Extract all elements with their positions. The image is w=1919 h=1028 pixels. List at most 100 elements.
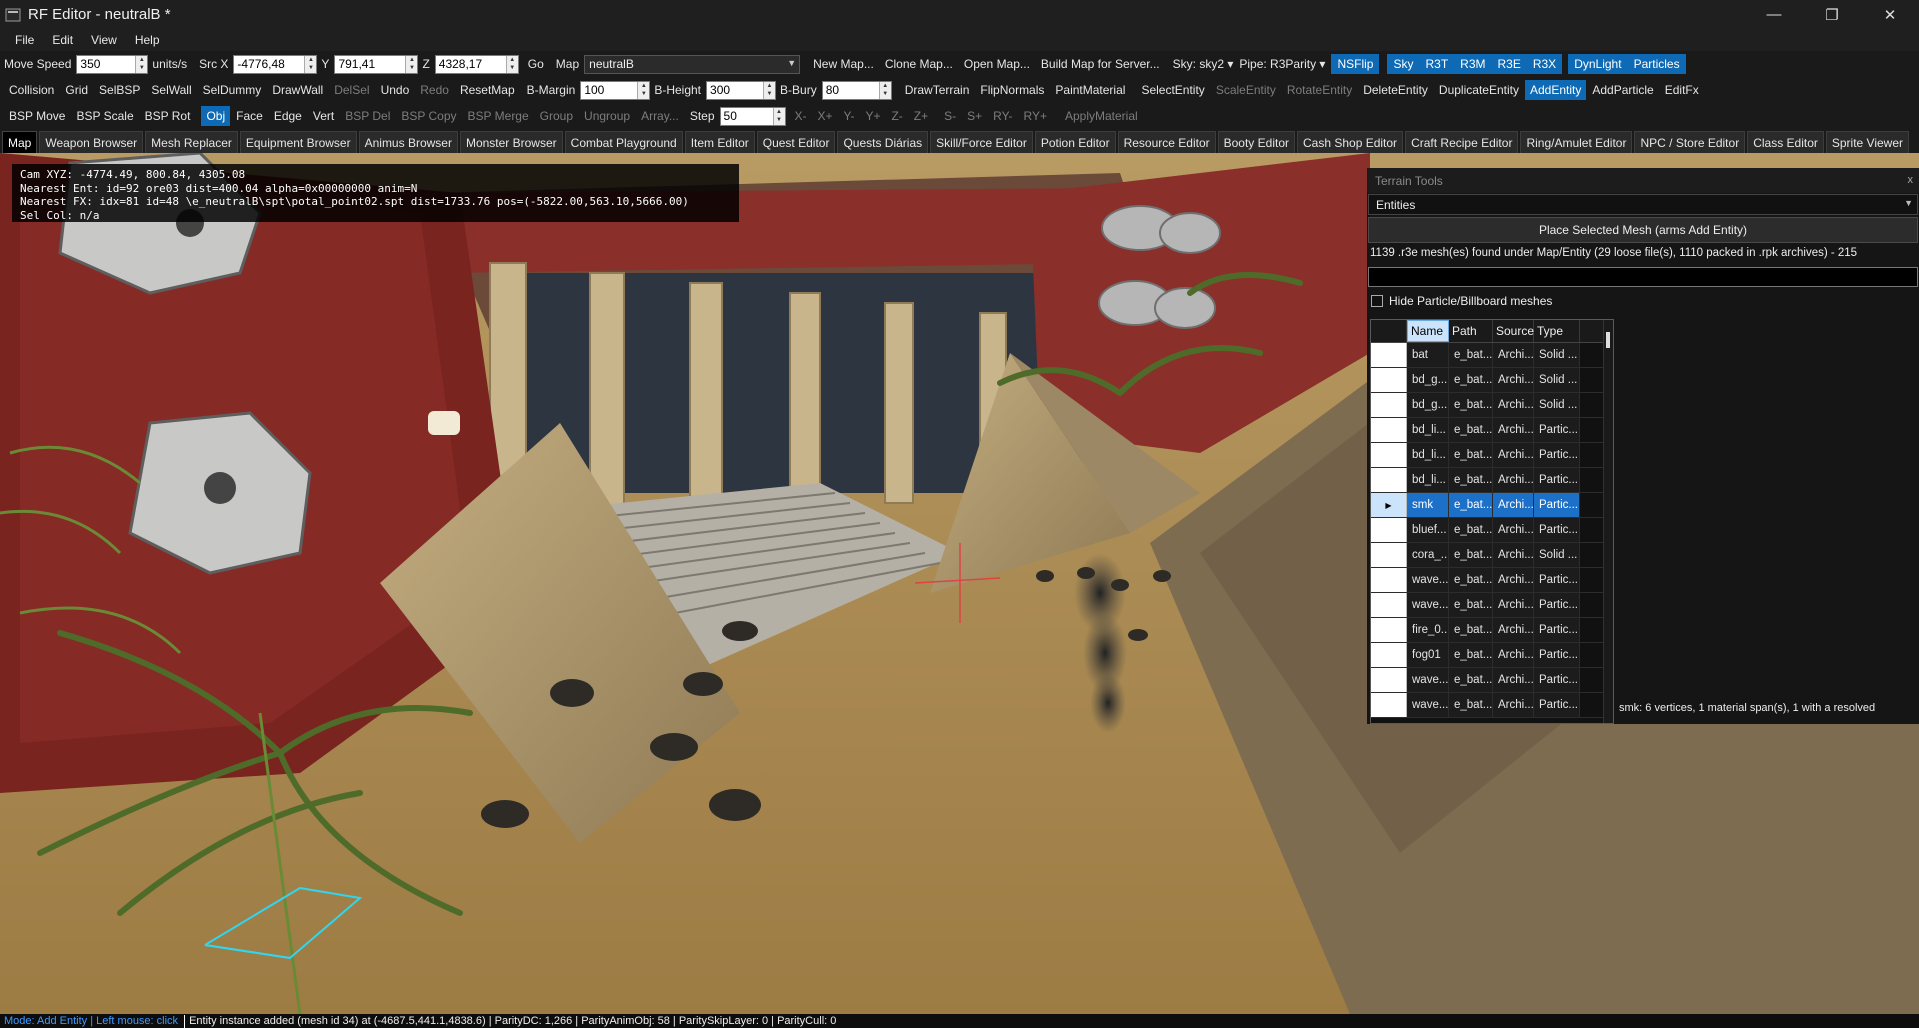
table-row[interactable]: bd_li... e_bat... Archi... Partic... — [1371, 468, 1613, 493]
y-input[interactable]: 791,41 ▲ ▼ — [334, 54, 419, 74]
table-row[interactable]: bd_li... e_bat... Archi... Partic... — [1371, 418, 1613, 443]
spin-arrows-icon[interactable]: ▲ ▼ — [763, 81, 776, 99]
selbsp-button[interactable]: SelBSP — [94, 80, 145, 100]
face-mode-button[interactable]: Face — [231, 106, 268, 126]
drawwall-button[interactable]: DrawWall — [267, 80, 328, 100]
obj-mode-button[interactable]: Obj — [201, 106, 231, 126]
b-height-input[interactable]: 300 ▲ ▼ — [706, 80, 777, 100]
grid-scrollbar[interactable] — [1603, 320, 1613, 723]
bsp-del-button[interactable]: BSP Del — [340, 106, 395, 126]
bsp-copy-button[interactable]: BSP Copy — [396, 106, 461, 126]
table-row[interactable]: fire_0... e_bat... Archi... Partic... — [1371, 618, 1613, 643]
row-header[interactable] — [1371, 418, 1407, 442]
row-header[interactable] — [1371, 343, 1407, 367]
tab-animus-browser[interactable]: Animus Browser — [358, 131, 458, 153]
nsflip-toggle[interactable]: NSFlip — [1331, 54, 1380, 74]
z-input[interactable]: 4328,17 ▲ ▼ — [434, 54, 519, 74]
paintmaterial-button[interactable]: PaintMaterial — [1050, 80, 1130, 100]
maximize-button[interactable]: ❐ — [1803, 0, 1861, 29]
rot-y-minus-button[interactable]: RY- — [988, 106, 1017, 126]
tab-resource-editor[interactable]: Resource Editor — [1117, 131, 1216, 153]
row-header[interactable] — [1371, 568, 1407, 592]
bsp-rot-button[interactable]: BSP Rot — [140, 106, 196, 126]
hide-particles-checkbox[interactable] — [1371, 295, 1383, 307]
map-select[interactable]: neutralB ▼ — [584, 54, 801, 74]
menu-view[interactable]: View — [82, 33, 126, 47]
table-row[interactable]: bluef... e_bat... Archi... Partic... — [1371, 518, 1613, 543]
edge-mode-button[interactable]: Edge — [269, 106, 307, 126]
toggle-r3e[interactable]: R3E — [1491, 54, 1527, 74]
row-pointer-icon[interactable]: ▶ — [1371, 493, 1407, 517]
tab-item-editor[interactable]: Item Editor — [684, 131, 755, 153]
minimize-button[interactable]: — — [1745, 0, 1803, 29]
tab-cash-shop-editor[interactable]: Cash Shop Editor — [1297, 131, 1404, 153]
array-button[interactable]: Array... — [636, 106, 684, 126]
drawterrain-button[interactable]: DrawTerrain — [900, 80, 975, 100]
scale-plus-button[interactable]: S+ — [962, 106, 987, 126]
tab-booty-editor[interactable]: Booty Editor — [1217, 131, 1295, 153]
tab-class-editor[interactable]: Class Editor — [1747, 131, 1824, 153]
table-row[interactable]: bat e_bat... Archi... Solid ... — [1371, 343, 1613, 368]
toggle-dynlight[interactable]: DynLight — [1568, 54, 1628, 74]
x-plus-button[interactable]: X+ — [813, 106, 838, 126]
z-plus-button[interactable]: Z+ — [909, 106, 933, 126]
spin-arrows-icon[interactable]: ▲ ▼ — [637, 81, 650, 99]
row-header[interactable] — [1371, 543, 1407, 567]
column-path[interactable]: Path — [1449, 320, 1493, 342]
spin-arrows-icon[interactable]: ▲ ▼ — [772, 107, 785, 125]
tab-potion-editor[interactable]: Potion Editor — [1034, 131, 1116, 153]
spin-arrows-icon[interactable]: ▲ ▼ — [505, 55, 518, 73]
close-icon[interactable]: x — [1908, 174, 1914, 186]
place-mesh-button[interactable]: Place Selected Mesh (arms Add Entity) — [1368, 217, 1918, 243]
y-plus-button[interactable]: Y+ — [860, 106, 885, 126]
x-minus-button[interactable]: X- — [790, 106, 812, 126]
table-row[interactable]: cora_... e_bat... Archi... Solid ... — [1371, 543, 1613, 568]
toggle-particles[interactable]: Particles — [1627, 54, 1686, 74]
row-header[interactable] — [1371, 443, 1407, 467]
deleteentity-button[interactable]: DeleteEntity — [1358, 80, 1433, 100]
row-header[interactable] — [1371, 668, 1407, 692]
b-margin-input[interactable]: 100 ▲ ▼ — [580, 80, 651, 100]
spin-arrows-icon[interactable]: ▲ ▼ — [135, 55, 148, 73]
addparticle-button[interactable]: AddParticle — [1587, 80, 1658, 100]
y-minus-button[interactable]: Y- — [839, 106, 860, 126]
tab-craft-recipe-editor[interactable]: Craft Recipe Editor — [1405, 131, 1519, 153]
category-select[interactable]: Entities ▼ — [1368, 194, 1918, 215]
row-header[interactable] — [1371, 618, 1407, 642]
tab-skill-force-editor[interactable]: Skill/Force Editor — [930, 131, 1033, 153]
tab-quests-diarias[interactable]: Quests Diárias — [837, 131, 929, 153]
undo-button[interactable]: Undo — [376, 80, 415, 100]
tab-equipment-browser[interactable]: Equipment Browser — [239, 131, 357, 153]
bsp-merge-button[interactable]: BSP Merge — [463, 106, 534, 126]
column-name[interactable]: Name — [1407, 320, 1449, 342]
toggle-r3x[interactable]: R3X — [1526, 54, 1563, 74]
row-header[interactable] — [1371, 518, 1407, 542]
go-button[interactable]: Go — [523, 54, 549, 74]
table-row[interactable]: wave... e_bat... Archi... Partic... — [1371, 668, 1613, 693]
row-header[interactable] — [1371, 468, 1407, 492]
table-row[interactable]: fog01 e_bat... Archi... Partic... — [1371, 643, 1613, 668]
editfx-button[interactable]: EditFx — [1660, 80, 1704, 100]
tab-combat-playground[interactable]: Combat Playground — [564, 131, 683, 153]
column-type[interactable]: Type — [1534, 320, 1580, 342]
tab-sprite-viewer[interactable]: Sprite Viewer — [1825, 131, 1910, 153]
tab-npc-store-editor[interactable]: NPC / Store Editor — [1634, 131, 1746, 153]
tab-weapon-browser[interactable]: Weapon Browser — [39, 131, 144, 153]
resetmap-button[interactable]: ResetMap — [455, 80, 520, 100]
table-row[interactable]: bd_li... e_bat... Archi... Partic... — [1371, 443, 1613, 468]
row-header[interactable] — [1371, 593, 1407, 617]
scrollbar-thumb[interactable] — [1606, 332, 1610, 348]
menu-file[interactable]: File — [6, 33, 43, 47]
row-header[interactable] — [1371, 393, 1407, 417]
tab-mesh-replacer[interactable]: Mesh Replacer — [145, 131, 238, 153]
z-minus-button[interactable]: Z- — [886, 106, 907, 126]
table-row[interactable]: wave... e_bat... Archi... Partic... — [1371, 693, 1613, 718]
table-row[interactable]: bd_g... e_bat... Archi... Solid ... — [1371, 368, 1613, 393]
pipe-dropdown[interactable]: Pipe: R3Parity ▾ — [1239, 57, 1325, 71]
rot-y-plus-button[interactable]: RY+ — [1019, 106, 1052, 126]
spin-arrows-icon[interactable]: ▲ ▼ — [405, 55, 418, 73]
tab-quest-editor[interactable]: Quest Editor — [756, 131, 836, 153]
apply-material-button[interactable]: ApplyMaterial — [1060, 106, 1143, 126]
build-map-button[interactable]: Build Map for Server... — [1036, 54, 1165, 74]
tab-monster-browser[interactable]: Monster Browser — [459, 131, 563, 153]
